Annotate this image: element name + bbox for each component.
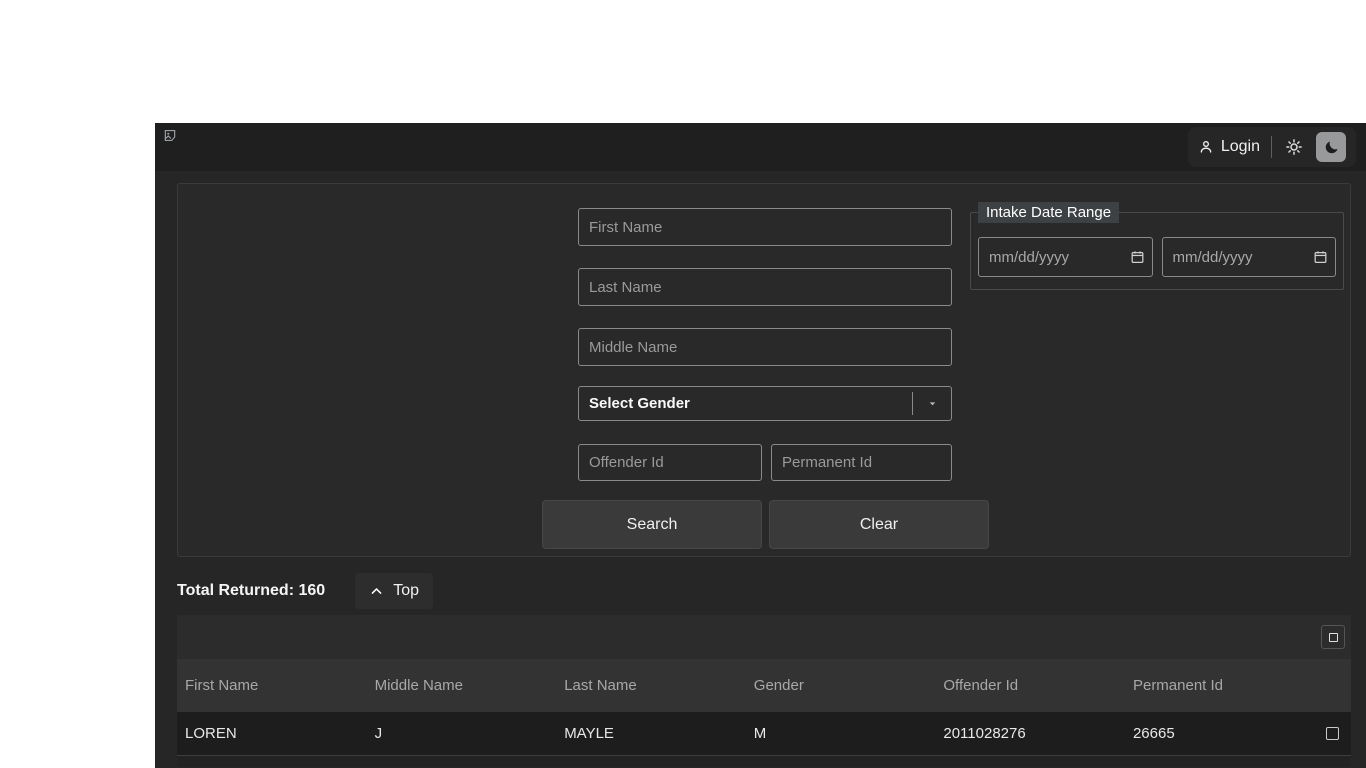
total-returned: Total Returned: 160	[177, 582, 325, 600]
calendar-icon[interactable]	[1313, 250, 1328, 265]
middle-name-input[interactable]	[578, 328, 952, 366]
grid-toolbar	[177, 615, 1351, 659]
intake-date-range: Intake Date Range	[970, 202, 1344, 290]
column-header-gender[interactable]: Gender	[746, 677, 936, 694]
offender-id-input[interactable]	[578, 444, 762, 481]
table-header-row: First Name Middle Name Last Name Gender …	[177, 659, 1351, 712]
column-header-last-name[interactable]: Last Name	[556, 677, 746, 694]
permanent-id-input[interactable]	[771, 444, 952, 481]
column-header-first-name[interactable]: First Name	[177, 677, 367, 694]
sun-icon	[1285, 138, 1303, 156]
gender-select[interactable]: Select Gender	[578, 386, 952, 421]
grid-options-button[interactable]	[1321, 625, 1345, 649]
results-grid: First Name Middle Name Last Name Gender …	[177, 615, 1351, 767]
gender-select-value: Select Gender	[579, 395, 690, 412]
chevron-down-icon	[913, 398, 951, 409]
column-header-middle-name[interactable]: Middle Name	[367, 677, 557, 694]
grid-options-icon	[1329, 633, 1338, 642]
cell-offender-id: 2011028276	[935, 725, 1125, 742]
first-name-input[interactable]	[578, 208, 952, 246]
grid-filler	[177, 756, 1351, 767]
top-button[interactable]: Top	[355, 573, 433, 609]
intake-start-date-field	[978, 237, 1153, 277]
clear-button[interactable]: Clear	[769, 500, 989, 549]
top-button-label: Top	[393, 582, 419, 600]
total-returned-label: Total Returned:	[177, 582, 294, 599]
broken-image-icon	[163, 128, 177, 143]
login-label: Login	[1221, 138, 1260, 156]
cell-last-name: MAYLE	[556, 725, 746, 742]
topbar-actions: Login	[1188, 127, 1356, 167]
login-button[interactable]: Login	[1198, 138, 1260, 156]
intake-end-date-field	[1162, 237, 1337, 277]
column-header-permanent-id[interactable]: Permanent Id	[1125, 677, 1315, 694]
intake-end-date-input[interactable]	[1162, 237, 1337, 277]
intake-start-date-input[interactable]	[978, 237, 1153, 277]
moon-icon	[1323, 139, 1340, 156]
total-returned-count: 160	[298, 582, 325, 599]
person-icon	[1198, 139, 1214, 155]
last-name-input[interactable]	[578, 268, 952, 306]
cell-middle-name: J	[367, 725, 557, 742]
light-theme-button[interactable]	[1283, 136, 1305, 158]
divider	[1271, 136, 1272, 158]
calendar-icon[interactable]	[1130, 250, 1145, 265]
search-button[interactable]: Search	[542, 500, 762, 549]
app-window: Login	[155, 123, 1366, 768]
search-panel: Select Gender Search Clear Intake Date R…	[177, 183, 1351, 557]
column-header-offender-id[interactable]: Offender Id	[935, 677, 1125, 694]
cell-select	[1315, 727, 1351, 740]
row-checkbox[interactable]	[1326, 727, 1339, 740]
top-bar: Login	[155, 123, 1366, 171]
cell-gender: M	[746, 725, 936, 742]
table-row[interactable]: LOREN J MAYLE M 2011028276 26665	[177, 712, 1351, 756]
intake-date-range-legend: Intake Date Range	[978, 202, 1119, 223]
dark-theme-button[interactable]	[1316, 132, 1346, 162]
chevron-up-icon	[369, 584, 384, 599]
cell-first-name: LOREN	[177, 725, 367, 742]
results-bar: Total Returned: 160 Top	[177, 573, 1351, 609]
cell-permanent-id: 26665	[1125, 725, 1315, 742]
